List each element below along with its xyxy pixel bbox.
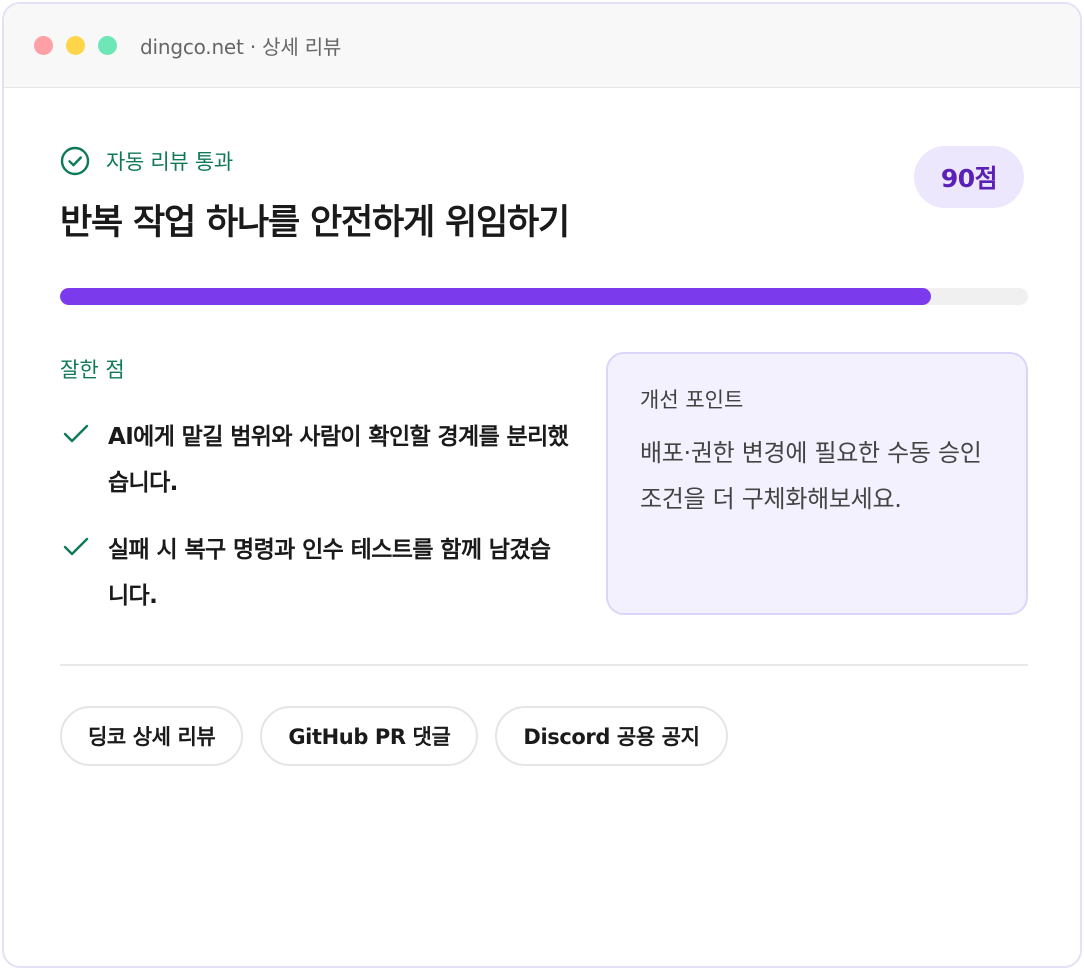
good-points-label: 잘한 점 [60,358,125,382]
minimize-window-dot[interactable] [66,36,85,55]
task-title: 반복 작업 하나를 안전하게 위임하기 [60,203,570,243]
divider [60,664,1028,666]
review-window: dingco.net · 상세 리뷰 자동 리뷰 통과 90점 반복 작업 하나… [2,2,1082,968]
check-icon [63,537,89,556]
score-badge: 90점 [914,146,1024,208]
improvement-card: 개선 포인트 배포·권한 변경에 필요한 수동 승인 조건을 더 구체화해보세요… [606,352,1028,615]
score-progress-fill [60,288,932,305]
maximize-window-dot[interactable] [98,36,117,55]
channel-list: 딩코 상세 리뷰 GitHub PR 댓글 Discord 공용 공지 [60,706,745,766]
improvement-label: 개선 포인트 [640,388,744,412]
score-progress-bar [60,288,1028,305]
good-points-list: AI에게 맡길 범위와 사람이 확인할 경계를 분리했습니다. 실패 시 복구 … [60,414,570,619]
review-status: 자동 리뷰 통과 [60,146,233,176]
improvement-text: 배포·권한 변경에 필요한 수동 승인 조건을 더 구체화해보세요. [640,439,982,513]
list-item: 실패 시 복구 명령과 인수 테스트를 함께 남겼습니다. [60,527,570,619]
channel-chip-discord-notice[interactable]: Discord 공용 공지 [495,706,728,766]
window-title: dingco.net · 상세 리뷰 [140,35,342,59]
good-point-text: AI에게 맡길 범위와 사람이 확인할 경계를 분리했습니다. [108,424,569,496]
close-window-dot[interactable] [34,36,53,55]
list-item: AI에게 맡길 범위와 사람이 확인할 경계를 분리했습니다. [60,414,570,506]
status-text: 자동 리뷰 통과 [106,150,233,174]
check-icon [63,424,89,443]
window-titlebar: dingco.net · 상세 리뷰 [4,4,1080,88]
channel-chip-github-pr-comment[interactable]: GitHub PR 댓글 [260,706,479,766]
channel-chip-dingco-review[interactable]: 딩코 상세 리뷰 [60,706,244,766]
check-circle-icon [60,146,90,176]
good-point-text: 실패 시 복구 명령과 인수 테스트를 함께 남겼습니다. [108,537,551,609]
